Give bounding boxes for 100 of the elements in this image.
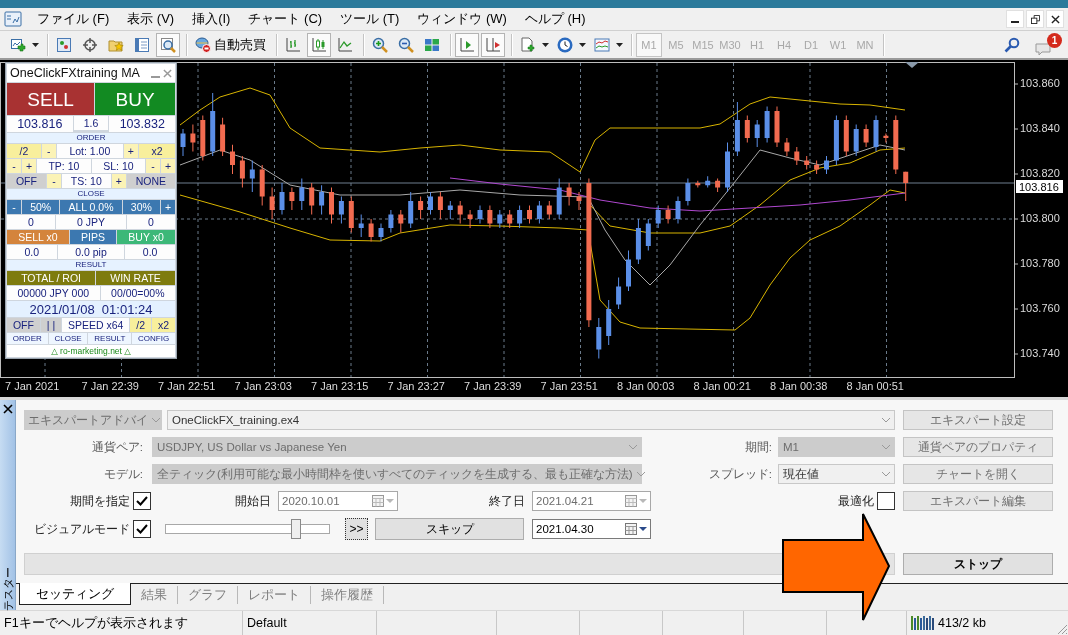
panel-tab[interactable]: RESULT <box>88 333 132 344</box>
bullish-candle <box>497 209 503 229</box>
calendar-icon <box>625 523 637 535</box>
messages-button[interactable]: 1 <box>1034 32 1062 57</box>
sell-button[interactable]: SELL <box>7 83 95 115</box>
candlestick-button[interactable] <box>307 32 331 57</box>
toggle-button[interactable]: OFF <box>7 318 40 332</box>
dots-square-icon <box>56 36 72 53</box>
close-button[interactable] <box>1046 10 1064 28</box>
caret-icon[interactable] <box>616 42 623 47</box>
menu-item[interactable]: ウィンドウ (W) <box>408 9 516 29</box>
step-button[interactable]: + <box>161 200 175 214</box>
bullish-candle <box>477 205 483 224</box>
bullish-candle <box>675 196 681 224</box>
panel-button[interactable]: 50% <box>22 200 60 214</box>
checkbox[interactable] <box>877 492 895 510</box>
tester-tab[interactable]: 操作履歴 <box>311 586 384 604</box>
tester-tab[interactable]: レポート <box>238 586 311 604</box>
tester-tab[interactable]: セッティング <box>19 583 131 605</box>
menu-item[interactable]: ツール (T) <box>331 9 409 29</box>
tester-tab[interactable]: 結果 <box>131 586 178 604</box>
time-label: 7 Jan 23:51 <box>540 380 598 392</box>
speech-bubble-icon <box>1035 41 1051 56</box>
list-window-icon <box>134 36 150 53</box>
bearish-candle <box>527 205 532 224</box>
panel-value: Lot: 1.00 <box>56 144 123 158</box>
toggle-button[interactable]: OFF <box>7 174 46 188</box>
calendar-icon <box>625 495 637 507</box>
bearish-candle <box>220 117 226 157</box>
app-icon[interactable] <box>4 10 22 28</box>
bearish-candle <box>893 115 899 175</box>
panel-tab[interactable]: CONFIG <box>132 333 176 344</box>
field-label: 開始日 <box>235 493 272 509</box>
dropdown[interactable]: OneClickFX_training.ex4 <box>167 410 895 430</box>
caret-icon <box>639 527 647 531</box>
step-button[interactable]: - <box>46 174 61 188</box>
step-button[interactable]: + <box>123 144 138 158</box>
restore-icon <box>1030 14 1040 24</box>
step-button[interactable]: + <box>161 159 175 173</box>
caret-icon[interactable] <box>579 42 586 47</box>
skip-button[interactable]: スキップ <box>375 518 524 540</box>
bearish-candle <box>715 178 721 193</box>
step-button[interactable]: + <box>22 159 36 173</box>
panel-tab[interactable]: ORDER <box>7 333 48 344</box>
auto-scroll-button[interactable] <box>455 32 479 57</box>
tester-tab[interactable]: グラフ <box>178 586 238 604</box>
caret-icon[interactable] <box>32 42 39 47</box>
panel-title: テスター <box>0 566 15 611</box>
panel-button[interactable]: ALL 0.0% <box>60 200 122 214</box>
bullish-candle <box>824 155 829 175</box>
data-window-button[interactable] <box>156 32 180 57</box>
panel-button[interactable]: x2 <box>138 144 175 158</box>
menu-item[interactable]: 表示 (V) <box>118 9 184 29</box>
resize-grip-icon[interactable] <box>1057 624 1067 634</box>
triangle-marker-icon[interactable] <box>905 62 919 68</box>
caret-icon[interactable] <box>542 42 549 47</box>
minimize-button[interactable] <box>1006 10 1024 28</box>
checkbox[interactable] <box>133 492 151 510</box>
panel-tab[interactable]: CLOSE <box>48 333 88 344</box>
slider-thumb[interactable] <box>290 519 301 539</box>
toggle-button[interactable]: NONE <box>126 174 175 188</box>
panel-button[interactable]: /2 <box>7 144 41 158</box>
bearish-candle <box>269 187 275 220</box>
buy-button[interactable]: BUY <box>95 83 175 115</box>
autotrading-button[interactable]: 自動売買 <box>191 32 270 57</box>
crosshair-icon <box>82 36 98 53</box>
panel-value: 0.0 <box>7 245 57 259</box>
dropdown[interactable]: 現在値 <box>778 464 895 484</box>
close-icon[interactable] <box>2 404 13 414</box>
calendar-icon <box>372 495 384 507</box>
date-field[interactable]: 2021.04.30 <box>532 519 651 539</box>
panel-button[interactable]: /2 <box>130 318 152 332</box>
chart-shift-button[interactable] <box>481 32 505 57</box>
section-heading: RESULT <box>7 260 175 270</box>
panel-button[interactable]: x2 <box>152 318 175 332</box>
speed-slider[interactable] <box>165 519 330 539</box>
step-button[interactable]: - <box>146 159 160 173</box>
toggle-button[interactable]: | | <box>40 318 62 332</box>
fast-forward-button[interactable]: >> <box>345 518 368 540</box>
step-button[interactable]: - <box>7 200 21 214</box>
menu-item[interactable]: 挿入(I) <box>183 9 240 29</box>
bearish-candle <box>190 124 196 152</box>
bearish-candle <box>576 191 582 211</box>
bullish-candle <box>279 182 285 215</box>
menu-item[interactable]: ヘルプ (H) <box>515 9 595 29</box>
panel-button[interactable]: 30% <box>122 200 160 214</box>
bullish-candle <box>833 115 839 166</box>
step-button[interactable]: - <box>41 144 56 158</box>
bullish-candle <box>180 128 186 157</box>
panel-button[interactable]: PIPS <box>69 230 117 244</box>
menu-item[interactable]: ファイル (F) <box>28 9 119 29</box>
panel-value: TS: 10 <box>61 174 111 188</box>
menu-item[interactable]: チャート (C) <box>239 9 332 29</box>
step-button[interactable]: - <box>7 159 21 173</box>
step-button[interactable]: + <box>111 174 126 188</box>
bearish-candle <box>200 115 206 161</box>
stop-button[interactable]: ストップ <box>903 553 1053 575</box>
checkbox[interactable] <box>133 520 151 538</box>
restore-button[interactable] <box>1026 10 1044 28</box>
panel-value: 0 <box>127 215 175 229</box>
